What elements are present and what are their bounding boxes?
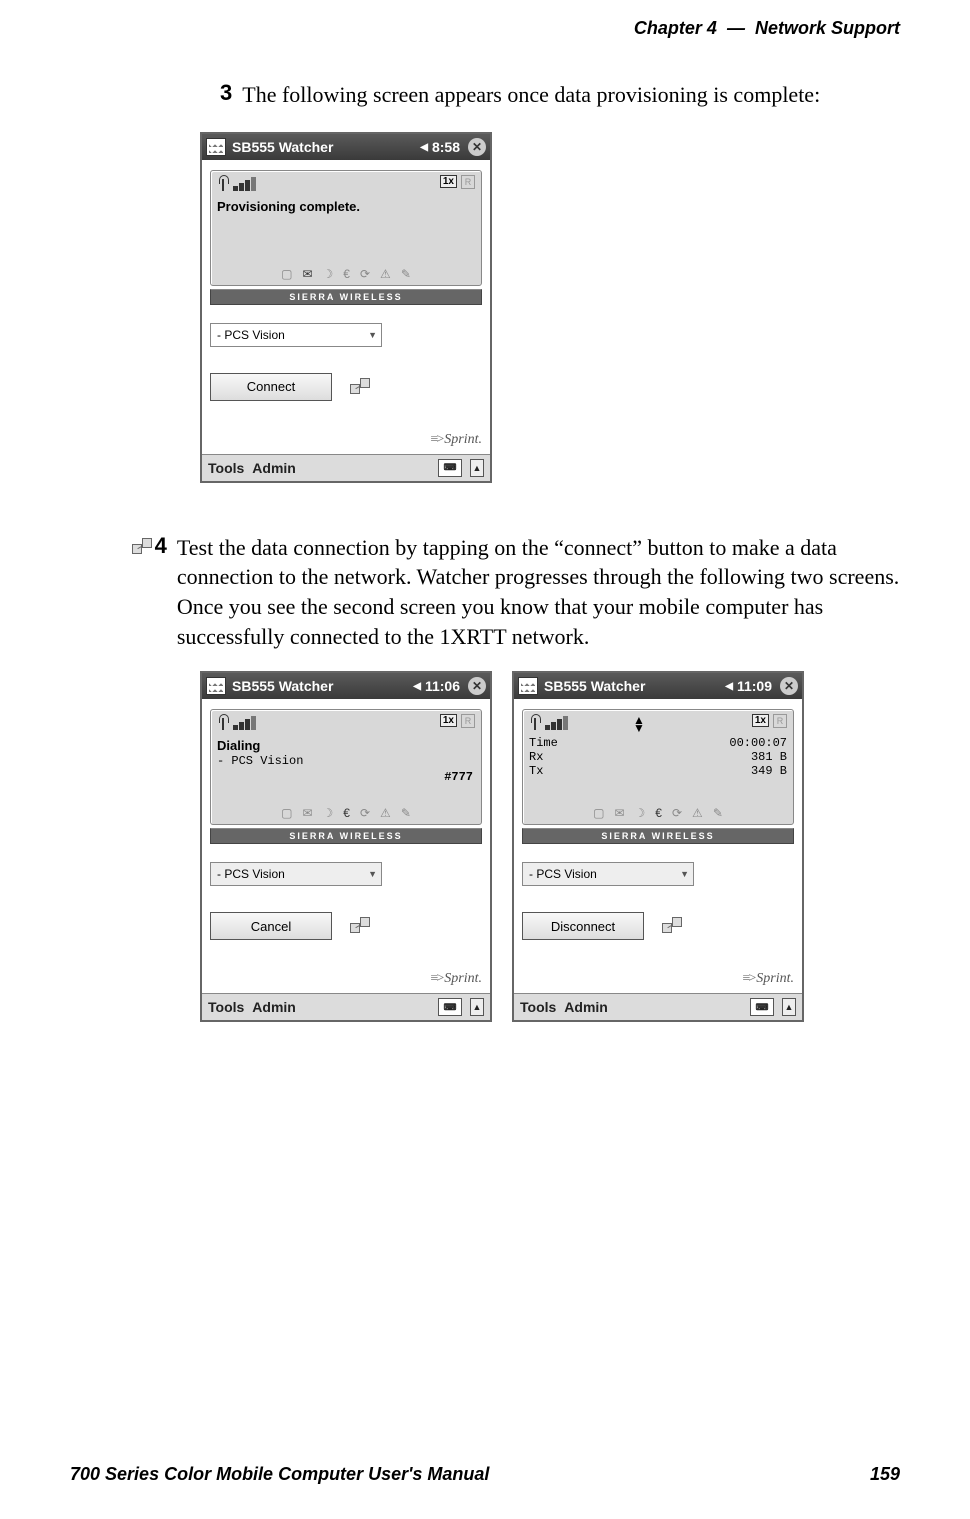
up-arrow-icon[interactable]: ▲ [782,998,796,1016]
header-title: Network Support [755,18,900,38]
clock-time: 11:06 [425,678,460,694]
lcd-toolbar: ▢✉☽€⟳⚠✎ [211,267,481,281]
connect-button[interactable]: Connect [210,373,332,401]
network-icon[interactable] [350,376,372,398]
profile-dropdown[interactable]: - PCS Vision ▼ [210,862,382,886]
roam-badge: R [461,175,475,189]
speaker-icon[interactable] [420,141,428,153]
close-icon[interactable]: ✕ [780,677,798,695]
onex-badge: 1x [440,714,457,727]
page-header: Chapter 4 — Network Support [634,18,900,39]
keyboard-icon[interactable]: ⌨ [438,459,462,477]
speaker-icon[interactable] [413,680,421,692]
signal-icon [529,714,568,730]
onex-badge: 1x [752,714,769,727]
menu-admin[interactable]: Admin [564,999,608,1015]
stat-tx-label: Tx [529,764,543,778]
lcd-toolbar: ▢✉☽€⟳⚠✎ [523,806,793,820]
sprint-logo: ≡>Sprint. [430,971,482,987]
screenshot-connected: SB555 Watcher 11:09 ✕ ▲▼ 1x R [512,671,804,1022]
speaker-icon[interactable] [725,680,733,692]
content-block: 3 The following screen appears once data… [170,80,900,1022]
roam-badge: R [461,714,475,728]
header-chapter: Chapter 4 [634,18,717,38]
up-arrow-icon[interactable]: ▲ [470,459,484,477]
data-activity-icon: ▲▼ [633,716,645,732]
status-text: Provisioning complete. [217,199,475,214]
app-title: SB555 Watcher [544,678,645,694]
up-arrow-icon[interactable]: ▲ [470,998,484,1016]
titlebar: SB555 Watcher 8:58 ✕ [202,134,490,160]
sierra-wireless-badge: SIERRA WIRELESS [210,289,482,305]
bottom-menubar: Tools Admin ⌨ ▲ [202,993,490,1020]
menu-admin[interactable]: Admin [252,460,296,476]
start-flag-icon[interactable] [206,677,226,695]
app-title: SB555 Watcher [232,678,333,694]
step-3: 3 The following screen appears once data… [220,80,900,110]
step-3-number: 3 [220,80,232,106]
app-title: SB555 Watcher [232,139,333,155]
dropdown-value: - PCS Vision [217,328,285,342]
header-sep: — [727,18,745,38]
status-text: Dialing [217,738,475,753]
lcd-toolbar: ▢✉☽€⟳⚠✎ [211,806,481,820]
profile-dropdown[interactable]: - PCS Vision ▼ [522,862,694,886]
bottom-menubar: Tools Admin ⌨ ▲ [202,454,490,481]
sierra-wireless-badge: SIERRA WIRELESS [522,828,794,844]
profile-dropdown[interactable]: - PCS Vision ▼ [210,323,382,347]
dial-number: #777 [444,770,473,784]
network-icon[interactable] [350,915,372,937]
status-lcd: ▲▼ 1x R Time 00:00:07 Rx 381 B Tx 349 B ▢✉☽… [522,709,794,825]
disconnect-button[interactable]: Disconnect [522,912,644,940]
step-4-text: Test the data connection by tapping on t… [177,533,900,652]
network-icon[interactable] [662,915,684,937]
menu-tools[interactable]: Tools [208,460,244,476]
stat-time-label: Time [529,736,558,750]
onex-badge: 1x [440,175,457,188]
bottom-menubar: Tools Admin ⌨ ▲ [514,993,802,1020]
signal-icon [217,714,256,730]
stat-tx-value: 349 B [751,764,787,778]
signal-icon [217,175,256,191]
stat-time-value: 00:00:07 [729,736,787,750]
close-icon[interactable]: ✕ [468,677,486,695]
screenshot-dialing: SB555 Watcher 11:06 ✕ 1x R Dialing [200,671,492,1022]
roam-badge: R [773,714,787,728]
step-4: 4 Test the data connection by tapping on… [170,533,900,652]
stat-rx-label: Rx [529,750,543,764]
keyboard-icon[interactable]: ⌨ [438,998,462,1016]
stat-rx-value: 381 B [751,750,787,764]
step-3-text: The following screen appears once data p… [242,80,820,110]
status-lcd: 1x R Provisioning complete. ▢✉☽€⟳⚠✎ [210,170,482,286]
start-flag-icon[interactable] [518,677,538,695]
chevron-down-icon: ▼ [680,869,689,879]
start-flag-icon[interactable] [206,138,226,156]
network-icon [132,536,139,558]
sprint-logo: ≡>Sprint. [742,971,794,987]
dropdown-value: - PCS Vision [529,867,597,881]
step-4-number: 4 [155,533,167,652]
keyboard-icon[interactable]: ⌨ [750,998,774,1016]
profile-subline: - PCS Vision [217,754,475,768]
clock-time: 8:58 [432,139,460,155]
chevron-down-icon: ▼ [368,869,377,879]
menu-admin[interactable]: Admin [252,999,296,1015]
sprint-logo: ≡>Sprint. [430,432,482,448]
connection-stats: Time 00:00:07 Rx 381 B Tx 349 B [529,736,787,778]
titlebar: SB555 Watcher 11:06 ✕ [202,673,490,699]
dropdown-value: - PCS Vision [217,867,285,881]
cancel-button[interactable]: Cancel [210,912,332,940]
clock-time: 11:09 [737,678,772,694]
close-icon[interactable]: ✕ [468,138,486,156]
sierra-wireless-badge: SIERRA WIRELESS [210,828,482,844]
screenshot-provisioning-complete: SB555 Watcher 8:58 ✕ 1x R Provisionin [200,132,492,483]
chevron-down-icon: ▼ [368,330,377,340]
footer-manual-title: 700 Series Color Mobile Computer User's … [70,1464,489,1485]
menu-tools[interactable]: Tools [520,999,556,1015]
menu-tools[interactable]: Tools [208,999,244,1015]
footer-page-number: 159 [870,1464,900,1485]
titlebar: SB555 Watcher 11:09 ✕ [514,673,802,699]
status-lcd: 1x R Dialing - PCS Vision #777 ▢✉☽€⟳⚠✎ [210,709,482,825]
